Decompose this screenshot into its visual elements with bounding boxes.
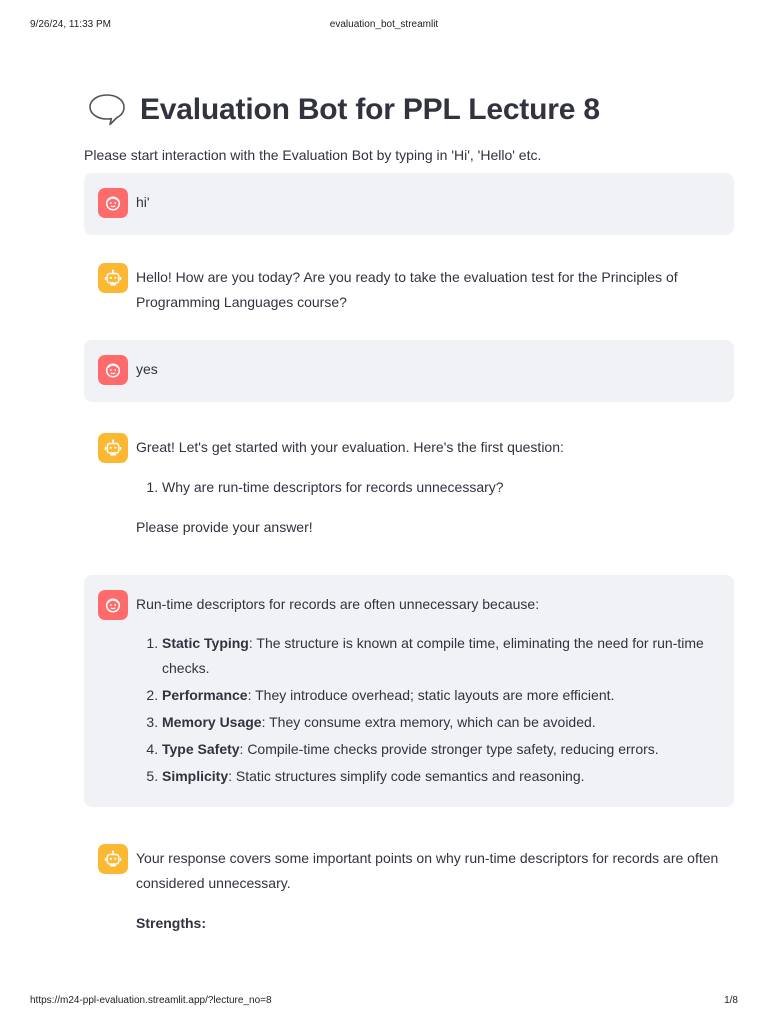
- list-item: Static Typing: The structure is known at…: [162, 631, 720, 681]
- page-title: Evaluation Bot for PPL Lecture 8: [140, 93, 600, 126]
- list-item-text: : Compile-time checks provide stronger t…: [239, 741, 659, 757]
- list-item: Performance: They introduce overhead; st…: [162, 683, 720, 708]
- list-item-term: Performance: [162, 687, 248, 703]
- chat-message-assistant: Your response covers some important poin…: [84, 819, 734, 952]
- list-item-term: Type Safety: [162, 741, 240, 757]
- section-heading-strengths: Strengths:: [136, 915, 206, 931]
- list-item: Type Safety: Compile-time checks provide…: [162, 737, 720, 762]
- user-avatar: [98, 188, 128, 218]
- print-page-title: evaluation_bot_streamlit: [329, 19, 439, 30]
- question-list: Why are run-time descriptors for records…: [136, 475, 720, 500]
- list-item-term: Memory Usage: [162, 714, 262, 730]
- print-header: 9/26/24, 11:33 PM evaluation_bot_streaml…: [0, 19, 768, 33]
- user-face-icon: [105, 196, 121, 211]
- robot-icon: [104, 439, 122, 456]
- print-page-number: 1/8: [724, 995, 738, 1006]
- chat-message-assistant: Hello! How are you today? Are you ready …: [84, 247, 734, 331]
- message-followup-text: Please provide your answer!: [136, 519, 313, 535]
- assistant-avatar: [98, 844, 128, 874]
- chat-message-user: yes: [84, 340, 734, 402]
- main-content: Evaluation Bot for PPL Lecture 8 Please …: [84, 86, 734, 952]
- speech-balloon-icon: [89, 94, 125, 126]
- assistant-avatar: [98, 263, 128, 293]
- list-item: Why are run-time descriptors for records…: [162, 475, 720, 500]
- message-text: Hello! How are you today? Are you ready …: [136, 269, 678, 310]
- answer-list: Static Typing: The structure is known at…: [136, 631, 720, 789]
- robot-icon: [104, 269, 122, 286]
- user-face-icon: [105, 363, 121, 378]
- intro-text: Please start interaction with the Evalua…: [84, 147, 542, 163]
- message-text: Great! Let's get started with your evalu…: [136, 439, 564, 455]
- message-text: yes: [136, 361, 158, 377]
- page-header: Evaluation Bot for PPL Lecture 8: [84, 86, 734, 134]
- user-face-icon: [105, 598, 121, 613]
- assistant-avatar: [98, 433, 128, 463]
- chat-message-user: hi': [84, 173, 734, 235]
- robot-icon: [104, 850, 122, 867]
- message-text: hi': [136, 194, 150, 210]
- message-text: Run-time descriptors for records are oft…: [136, 596, 540, 612]
- user-avatar: [98, 355, 128, 385]
- list-item-text: : They introduce overhead; static layout…: [247, 687, 615, 703]
- list-item: Simplicity: Static structures simplify c…: [162, 764, 720, 789]
- message-text: Your response covers some important poin…: [136, 850, 719, 891]
- list-item-text: : Static structures simplify code semant…: [228, 768, 585, 784]
- list-item: Memory Usage: They consume extra memory,…: [162, 710, 720, 735]
- chat-message-assistant: Great! Let's get started with your evalu…: [84, 410, 734, 556]
- user-avatar: [98, 590, 128, 620]
- list-item-term: Static Typing: [162, 635, 249, 651]
- print-url: https://m24-ppl-evaluation.streamlit.app…: [30, 995, 272, 1006]
- list-item-text: : They consume extra memory, which can b…: [261, 714, 596, 730]
- chat-message-user: Run-time descriptors for records are oft…: [84, 575, 734, 807]
- list-item-term: Simplicity: [162, 768, 229, 784]
